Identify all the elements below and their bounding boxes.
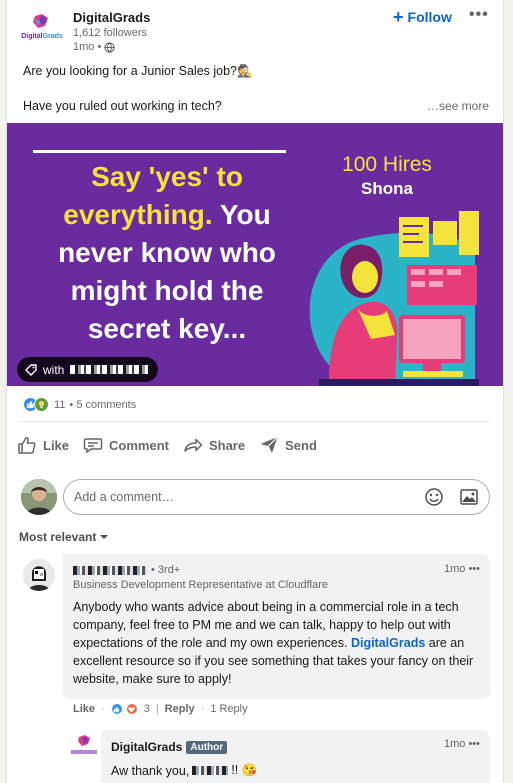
reply-text-suffix: !! 😘 [231,763,258,777]
separator-bar: | [155,703,159,715]
post-card: DigitalGrads DigitalGrads 1,612 follower… [6,0,504,783]
current-user-avatar[interactable] [21,479,57,515]
company-mention-link[interactable]: DigitalGrads [351,636,425,650]
reply-body: Aw thank you, !! 😘 [111,763,257,778]
like-reaction-icon [110,703,123,715]
logo-wordmark: DigitalGrads [21,33,63,40]
comment-button[interactable]: Comment [83,433,169,457]
follow-button[interactable]: + Follow [393,7,452,27]
more-options-icon[interactable]: ••• [469,6,489,24]
comment-input-box [63,479,490,515]
thumbs-up-icon [18,437,36,454]
emoji-icon[interactable] [424,487,444,507]
send-icon [260,436,279,453]
send-button[interactable]: Send [259,433,317,457]
share-button[interactable]: Share [183,433,245,457]
post-header: DigitalGrads DigitalGrads 1,612 follower… [7,0,503,60]
post-image[interactable]: Say 'yes' to everything. You never know … [7,123,503,386]
banner-divider [33,150,286,153]
banner-quote-highlight: Say 'yes' to everything. [63,161,243,230]
sort-label: Most relevant [19,530,97,544]
comment-sort-dropdown[interactable]: Most relevant [19,530,109,544]
comment-count[interactable]: • 5 comments [69,399,136,411]
tagged-people-pill[interactable]: with [17,357,159,382]
post-age-text: 1mo • [73,41,102,53]
banner-hires: 100 Hires [342,153,432,176]
love-reaction-icon [125,703,138,715]
comment-bubble: • 3rd+ Business Development Representati… [63,554,490,699]
share-label: Share [208,437,246,453]
company-avatar[interactable] [69,735,99,759]
comment-input[interactable] [74,488,404,506]
reply-bubble: DigitalGrads Author 1mo ••• Aw thank you… [101,730,490,783]
plus-icon: + [393,7,404,27]
follower-count: 1,612 followers [73,27,147,39]
post-age: 1mo • [73,41,115,53]
banner-quote: Say 'yes' to everything. You never know … [37,158,297,348]
social-counts[interactable]: 11 • 5 comments [23,397,136,412]
separator-dot: · [200,703,205,715]
company-logo[interactable]: DigitalGrads [19,12,65,48]
reply-author[interactable]: DigitalGrads Author [111,740,228,754]
comment-like-button[interactable]: Like [73,703,95,715]
comment-icon [83,438,103,454]
redacted-tagged-name [70,365,149,374]
redacted-commenter-name [73,565,147,575]
comment-reaction-count[interactable]: 3 [144,703,150,715]
company-name[interactable]: DigitalGrads [73,10,150,25]
image-icon[interactable] [459,487,479,507]
connection-degree: • 3rd+ [151,564,181,576]
reply-text-prefix: Aw thank you, [111,763,190,778]
globe-icon [104,41,115,53]
commenter-name[interactable]: • 3rd+ [73,564,180,576]
separator-dot: · [101,703,105,715]
see-more-link[interactable]: …see more [427,99,489,113]
send-label: Send [285,437,317,453]
reply-count[interactable]: 1 Reply [210,703,247,715]
caret-down-icon [100,535,109,539]
comment-actions: Like · 3 | Reply · 1 Reply [73,703,248,715]
logo-mark-icon [33,14,48,28]
reply-author-name: DigitalGrads [111,740,183,754]
post-text-line1: Are you looking for a Junior Sales job?🕵… [23,64,253,78]
comment-time[interactable]: 1mo ••• [444,563,480,575]
like-label: Like [43,437,70,453]
comment-label: Comment [109,437,169,453]
woman-at-computer-illustration [309,211,479,386]
banner-person-name: Shona [361,179,413,198]
divider [19,421,491,422]
author-badge: Author [186,740,228,754]
share-arrow-icon [184,438,203,452]
commenter-avatar[interactable] [23,559,55,591]
like-button[interactable]: Like [17,433,69,457]
tag-icon [25,363,37,376]
redacted-mention [192,766,229,775]
action-bar: Like Comment Share Send [17,433,317,457]
comment-body: Anybody who wants advice about being in … [73,598,478,688]
reply-time[interactable]: 1mo ••• [444,738,480,750]
tag-prefix: with [43,362,65,377]
comment-reply-button[interactable]: Reply [165,703,195,715]
post-text-line2: Have you ruled out working in tech? [23,99,222,113]
insightful-reaction-icon [34,397,49,412]
reaction-count: 11 [54,398,66,411]
follow-label: Follow [407,9,452,25]
commenter-headline: Business Development Representative at C… [73,579,328,591]
